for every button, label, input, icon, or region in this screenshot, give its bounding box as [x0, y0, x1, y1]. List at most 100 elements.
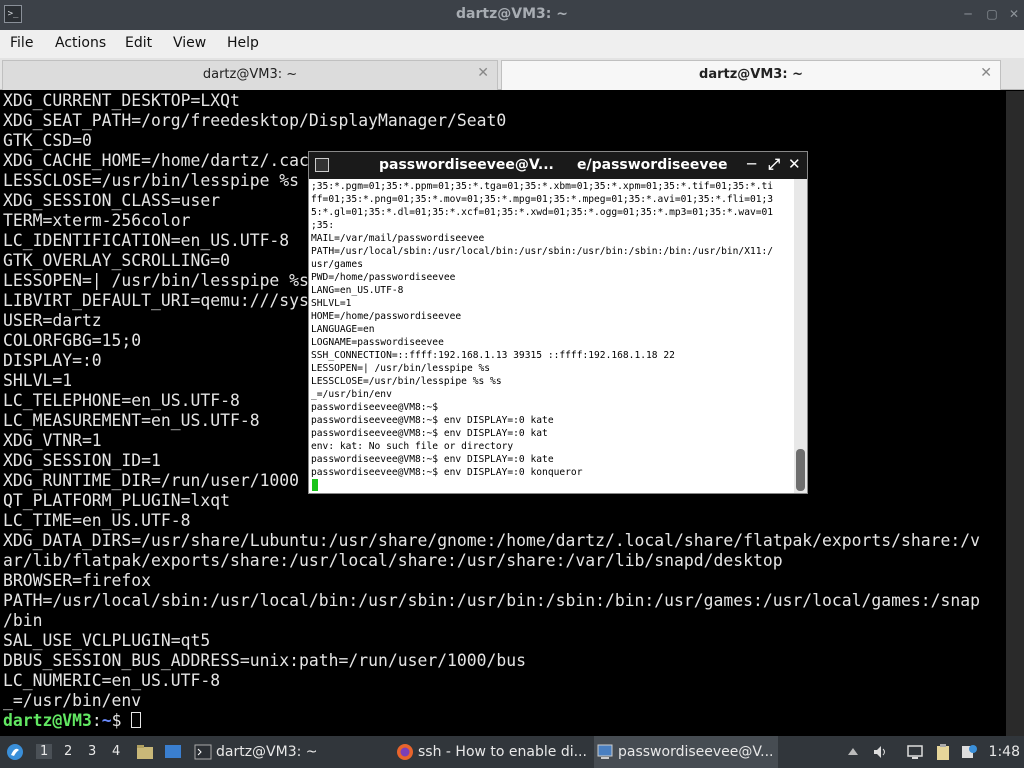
prompt-symbol: $ [111, 711, 132, 730]
network-icon[interactable] [906, 743, 924, 761]
terminal-prompt-line: dartz@VM3:~$ [3, 711, 142, 731]
window-titlebar[interactable]: >_ dartz@VM3: ~ ─ ▢ ✕ [0, 0, 1024, 30]
xterm-scrollbar[interactable] [794, 179, 807, 493]
xterm-line: passwordiseevee@VM8:~$ env DISPLAY=:0 ka… [311, 428, 548, 439]
update-notifier-icon[interactable] [960, 743, 978, 761]
terminal-line: DISPLAY=:0 [3, 351, 102, 370]
xterm-title-left: passwordiseevee@V... [379, 157, 554, 173]
task-label: ssh - How to enable di... [418, 744, 587, 760]
tab-close-icon[interactable]: ✕ [980, 65, 992, 81]
xterm-line: passwordiseevee@VM8:~$ [311, 402, 439, 413]
xterm-line: PWD=/home/passwordiseevee [311, 272, 456, 283]
xterm-line: LESSOPEN=| /usr/bin/lesspipe %s [311, 363, 491, 374]
window-title: dartz@VM3: ~ [456, 6, 568, 22]
terminal-line: LC_NUMERIC=en_US.UTF-8 [3, 671, 221, 690]
terminal-line: GTK_OVERLAY_SCROLLING=0 [3, 251, 230, 270]
show-desktop-icon[interactable] [164, 743, 182, 761]
menu-view[interactable]: View [173, 35, 206, 51]
xterm-line: passwordiseevee@VM8:~$ env DISPLAY=:0 ko… [311, 467, 583, 478]
menu-file[interactable]: File [10, 35, 33, 51]
xterm-task-icon [597, 744, 613, 759]
tab-terminal-1[interactable]: dartz@VM3: ~ ✕ [2, 60, 498, 90]
close-icon[interactable]: ✕ [1006, 6, 1022, 22]
start-menu-icon[interactable] [6, 743, 24, 761]
xterm-line: passwordiseevee@VM8:~$ env DISPLAY=:0 ka… [311, 415, 554, 426]
xterm-scroll-thumb[interactable] [796, 449, 805, 491]
task-xterm[interactable]: passwordiseevee@V... [594, 736, 778, 768]
xterm-line: ;35: [311, 220, 335, 231]
terminal-line: SHLVL=1 [3, 371, 73, 390]
maximize-icon[interactable]: ▢ [984, 6, 1000, 22]
minimize-icon[interactable]: ─ [960, 6, 976, 22]
terminal-line: XDG_SESSION_CLASS=user [3, 191, 221, 210]
terminal-line: LESSOPEN=| /usr/bin/lesspipe %s [3, 271, 309, 290]
volume-icon[interactable] [872, 743, 890, 761]
xterm-line: MAIL=/var/mail/passwordiseevee [311, 233, 485, 244]
xterm-line: LESSCLOSE=/usr/bin/lesspipe %s %s [311, 376, 502, 387]
terminal-line: XDG_SEAT_PATH=/org/freedesktop/DisplayMa… [3, 111, 507, 130]
xterm-line: HOME=/home/passwordiseevee [311, 311, 462, 322]
menu-bar: File Actions Edit View Help [0, 30, 1024, 58]
xterm-minimize-icon[interactable]: ─ [747, 155, 756, 173]
xterm-cursor [312, 479, 318, 491]
terminal-line: LC_TIME=en_US.UTF-8 [3, 511, 191, 530]
xterm-line: LOGNAME=passwordiseevee [311, 337, 444, 348]
terminal-line: USER=dartz [3, 311, 102, 330]
clipboard-icon[interactable] [934, 743, 952, 761]
terminal-line: LC_IDENTIFICATION=en_US.UTF-8 [3, 231, 290, 250]
terminal-line: QT_PLATFORM_PLUGIN=lxqt [3, 491, 230, 510]
xterm-line: SHLVL=1 [311, 298, 352, 309]
xterm-app-icon [315, 158, 329, 172]
clock: 1:48 [988, 744, 1020, 760]
terminal-line: DBUS_SESSION_BUS_ADDRESS=unix:path=/run/… [3, 651, 527, 670]
workspace-1[interactable]: 1 [36, 744, 53, 759]
menu-edit[interactable]: Edit [125, 35, 152, 51]
terminal-line: GTK_CSD=0 [3, 131, 92, 150]
xterm-line: passwordiseevee@VM8:~$ env DISPLAY=:0 ka… [311, 454, 554, 465]
xterm-title-right: e/passwordiseevee [577, 157, 728, 173]
terminal-task-icon [194, 744, 212, 760]
terminal-line: TERM=xterm-256color [3, 211, 191, 230]
xterm-line: 5:*.gl=01;35:*.dl=01;35:*.xcf=01;35:*.xw… [311, 207, 774, 218]
terminal-line: BROWSER=firefox [3, 571, 152, 590]
tab-terminal-2[interactable]: dartz@VM3: ~ ✕ [501, 60, 1001, 90]
firefox-icon [397, 744, 413, 760]
tray-arrow-icon[interactable] [844, 743, 862, 761]
task-firefox[interactable]: ssh - How to enable di... [394, 736, 590, 768]
task-label: passwordiseevee@V... [618, 744, 774, 760]
xterm-close-icon[interactable]: ✕ [788, 155, 801, 173]
xterm-maximize-icon[interactable]: ⤢ [768, 155, 780, 173]
workspace-4[interactable]: 4 [112, 744, 120, 759]
terminal-line: SAL_USE_VCLPLUGIN=qt5 [3, 631, 211, 650]
terminal-line: LC_TELEPHONE=en_US.UTF-8 [3, 391, 240, 410]
xterm-line: PATH=/usr/local/sbin:/usr/local/bin:/usr… [311, 246, 774, 257]
tab-close-icon[interactable]: ✕ [477, 65, 489, 81]
xterm-output[interactable]: ;35:*.pgm=01;35:*.ppm=01;35:*.tga=01;35:… [309, 179, 793, 493]
xterm-line: env: kat: No such file or directory [311, 441, 514, 452]
task-terminal[interactable]: dartz@VM3: ~ [192, 736, 372, 768]
terminal-line: XDG_CACHE_HOME=/home/dartz/.cac [3, 151, 309, 170]
terminal-line: XDG_VTNR=1 [3, 431, 102, 450]
xterm-titlebar[interactable]: passwordiseevee@V... e/passwordiseevee ─… [309, 152, 807, 179]
terminal-line: ar/lib/flatpak/exports/share:/usr/local/… [3, 551, 783, 570]
terminal-line: /bin [3, 611, 43, 630]
terminal-line: XDG_RUNTIME_DIR=/run/user/1000 [3, 471, 300, 490]
terminal-scrollbar[interactable] [1006, 91, 1024, 736]
menu-actions[interactable]: Actions [55, 35, 106, 51]
xterm-line: LANGUAGE=en [311, 324, 375, 335]
file-manager-icon[interactable] [136, 743, 154, 761]
prompt-user: dartz@VM3 [3, 711, 92, 730]
task-label: dartz@VM3: ~ [216, 744, 318, 760]
terminal-line: XDG_SESSION_ID=1 [3, 451, 161, 470]
workspace-2[interactable]: 2 [64, 744, 72, 759]
workspace-3[interactable]: 3 [88, 744, 96, 759]
menu-help[interactable]: Help [227, 35, 259, 51]
terminal-line: XDG_DATA_DIRS=/usr/share/Lubuntu:/usr/sh… [3, 531, 980, 550]
tab-bar: dartz@VM3: ~ ✕ dartz@VM3: ~ ✕ [0, 58, 1024, 90]
xterm-window[interactable]: passwordiseevee@V... e/passwordiseevee ─… [308, 151, 808, 494]
taskbar: 1 2 3 4 dartz@VM3: ~ ssh - How to enable… [0, 736, 1024, 768]
terminal-line: LC_MEASUREMENT=en_US.UTF-8 [3, 411, 260, 430]
xterm-line: ;35:*.pgm=01;35:*.ppm=01;35:*.tga=01;35:… [311, 181, 774, 192]
xterm-line: LANG=en_US.UTF-8 [311, 285, 404, 296]
terminal-line: PATH=/usr/local/sbin:/usr/local/bin:/usr… [3, 591, 980, 610]
